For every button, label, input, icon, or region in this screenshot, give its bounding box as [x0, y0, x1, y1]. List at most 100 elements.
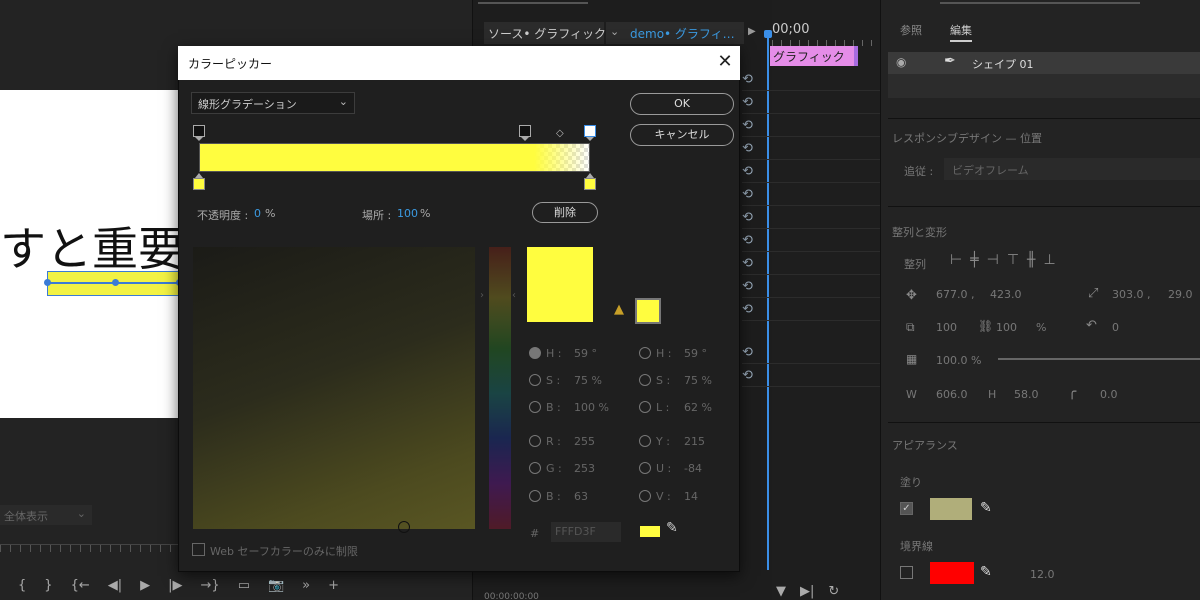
- mark-in-button[interactable]: {: [18, 578, 26, 593]
- yuv-u-value[interactable]: -84: [684, 462, 702, 475]
- hsb-h-radio[interactable]: [529, 347, 541, 359]
- reset-icon[interactable]: ⟲: [742, 302, 753, 317]
- web-safe-checkbox[interactable]: [192, 543, 205, 556]
- rgb-g-value[interactable]: 253: [574, 462, 595, 475]
- follow-select[interactable]: ビデオフレーム: [944, 158, 1200, 180]
- play-button[interactable]: ▶: [140, 578, 150, 593]
- step-back-button[interactable]: ◀|: [108, 578, 122, 593]
- location-value[interactable]: 100: [397, 207, 418, 220]
- color-stop-right[interactable]: [584, 173, 596, 190]
- scale-value[interactable]: 100: [936, 321, 957, 334]
- close-icon[interactable]: ✕: [714, 51, 736, 73]
- reset-icon[interactable]: ⟲: [742, 256, 753, 271]
- reset-icon[interactable]: ⟲: [742, 95, 753, 110]
- hsl-l-value[interactable]: 62 %: [684, 401, 712, 414]
- color-stop-left[interactable]: [193, 173, 205, 190]
- yuv-y-value[interactable]: 215: [684, 435, 705, 448]
- yuv-v-radio[interactable]: [639, 490, 651, 502]
- rgb-r-radio[interactable]: [529, 435, 541, 447]
- step-forward-icon[interactable]: ▶|: [800, 584, 814, 599]
- shape-handle-left[interactable]: [44, 279, 51, 286]
- tab-demo[interactable]: demo• グラフィ…: [626, 22, 744, 44]
- midpoint-diamond-icon[interactable]: ◇: [556, 128, 564, 139]
- align-left-icon[interactable]: ⊢: [950, 252, 962, 268]
- saturation-brightness-field[interactable]: [193, 247, 475, 529]
- mark-out-button[interactable]: }: [44, 578, 52, 593]
- panel-drag-bar[interactable]: [940, 2, 1140, 4]
- gamut-color-swatch[interactable]: [635, 298, 661, 324]
- panel-drag-bar[interactable]: [478, 2, 588, 4]
- hsb-h-value[interactable]: 59 °: [574, 347, 597, 360]
- yuv-u-radio[interactable]: [639, 462, 651, 474]
- tab-edit[interactable]: 編集: [950, 22, 972, 42]
- hex-input[interactable]: FFFD3F: [551, 522, 621, 542]
- fill-checkbox[interactable]: ✓: [900, 502, 913, 515]
- panel-menu-arrow-icon[interactable]: ▶: [748, 26, 756, 37]
- reset-icon[interactable]: ⟲: [742, 118, 753, 133]
- rotation-value[interactable]: 0: [1112, 321, 1119, 334]
- step-forward-button[interactable]: |▶: [168, 578, 182, 593]
- hue-slider[interactable]: [489, 247, 511, 529]
- opacity-slider[interactable]: [998, 358, 1200, 360]
- reset-icon[interactable]: ⟲: [742, 368, 753, 383]
- reset-icon[interactable]: ⟲: [742, 233, 753, 248]
- reset-icon[interactable]: ⟲: [742, 279, 753, 294]
- align-middle-icon[interactable]: ╫: [1027, 252, 1035, 268]
- stroke-width-value[interactable]: 12.0: [1030, 568, 1055, 581]
- opacity-stop-left[interactable]: [193, 125, 205, 141]
- arrow-down-icon[interactable]: ▼: [776, 584, 786, 599]
- hsl-s-radio[interactable]: [639, 374, 651, 386]
- zoom-select[interactable]: 全体表示 ⌄: [0, 505, 92, 525]
- fill-color-swatch[interactable]: [930, 498, 972, 520]
- hsl-h-value[interactable]: 59 °: [684, 347, 707, 360]
- hsb-b-radio[interactable]: [529, 401, 541, 413]
- link-icon[interactable]: ⛓: [978, 319, 993, 333]
- align-bottom-icon[interactable]: ⊥: [1043, 252, 1055, 268]
- go-to-out-button[interactable]: →}: [201, 578, 220, 593]
- rgb-b-value[interactable]: 63: [574, 490, 588, 503]
- corner-radius-value[interactable]: 0.0: [1100, 388, 1118, 401]
- hsb-b-value[interactable]: 100 %: [574, 401, 609, 414]
- hsl-h-radio[interactable]: [639, 347, 651, 359]
- reset-icon[interactable]: ⟲: [742, 345, 753, 360]
- graphic-clip[interactable]: グラフィック: [770, 46, 858, 66]
- anchor-x[interactable]: 303.0 ,: [1112, 288, 1150, 301]
- opacity-stop-right-selected[interactable]: [584, 125, 596, 141]
- lift-button[interactable]: ▭: [238, 578, 250, 593]
- hsb-s-radio[interactable]: [529, 374, 541, 386]
- hsb-s-value[interactable]: 75 %: [574, 374, 602, 387]
- loop-icon[interactable]: ↻: [828, 584, 839, 599]
- reset-icon[interactable]: ⟲: [742, 210, 753, 225]
- scale-percent[interactable]: 100: [996, 321, 1017, 334]
- height-value[interactable]: 58.0: [1014, 388, 1039, 401]
- color-field-cursor[interactable]: [398, 521, 410, 533]
- yuv-v-value[interactable]: 14: [684, 490, 698, 503]
- align-top-icon[interactable]: ⊤: [1007, 252, 1019, 268]
- opacity-value[interactable]: 0: [254, 207, 261, 220]
- gradient-mode-select[interactable]: 線形グラデーション ⌄: [191, 92, 355, 114]
- opacity-value[interactable]: 100.0 %: [936, 354, 981, 367]
- playhead[interactable]: [767, 36, 769, 570]
- align-right-icon[interactable]: ⊣: [987, 252, 999, 268]
- reset-icon[interactable]: ⟲: [742, 72, 753, 87]
- opacity-stop-middle[interactable]: [519, 125, 531, 141]
- yuv-y-radio[interactable]: [639, 435, 651, 447]
- stroke-checkbox[interactable]: [900, 566, 913, 579]
- hsl-s-value[interactable]: 75 %: [684, 374, 712, 387]
- eyedropper-icon[interactable]: ✎: [666, 520, 678, 536]
- tab-source[interactable]: ソース• グラフィック: [484, 22, 606, 44]
- shape-handle-center[interactable]: [112, 279, 119, 286]
- tab-browse[interactable]: 参照: [900, 22, 922, 38]
- layer-row[interactable]: [888, 52, 1200, 74]
- hsl-l-radio[interactable]: [639, 401, 651, 413]
- reset-icon[interactable]: ⟲: [742, 187, 753, 202]
- eyedropper-icon[interactable]: ✎: [980, 564, 992, 580]
- warning-icon[interactable]: ▲: [614, 302, 624, 317]
- delete-button[interactable]: 削除: [532, 202, 598, 223]
- cancel-button[interactable]: キャンセル: [630, 124, 734, 146]
- align-center-icon[interactable]: ╪: [970, 252, 978, 268]
- anchor-y[interactable]: 29.0: [1168, 288, 1193, 301]
- export-frame-button[interactable]: 📷: [268, 578, 284, 593]
- width-value[interactable]: 606.0: [936, 388, 968, 401]
- eyedropper-icon[interactable]: ✎: [980, 500, 992, 516]
